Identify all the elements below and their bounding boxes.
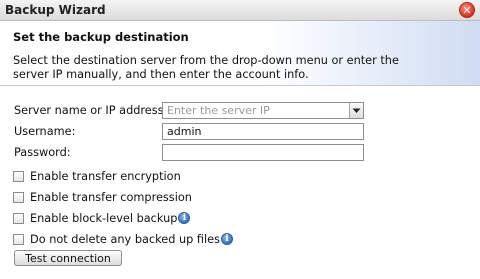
server-select[interactable]: Enter the server IP — [162, 102, 364, 119]
username-label: Username: — [14, 125, 76, 138]
keep-files-checkbox[interactable] — [13, 233, 24, 245]
server-label: Server name or IP address: — [14, 104, 168, 117]
compression-checkbox[interactable] — [13, 191, 24, 203]
option-keep-files[interactable]: Do not delete any backed up files i — [13, 232, 234, 246]
step-description: Select the destination server from the d… — [13, 54, 399, 81]
server-placeholder: Enter the server IP — [167, 104, 270, 117]
compression-label: Enable transfer compression — [30, 190, 192, 204]
encryption-label: Enable transfer encryption — [30, 169, 181, 183]
block-level-checkbox[interactable] — [13, 212, 24, 224]
block-level-label: Enable block-level backup — [30, 211, 178, 225]
option-block-level[interactable]: Enable block-level backup i — [13, 211, 191, 225]
password-field[interactable] — [162, 144, 364, 161]
title-bar: Backup Wizard ✕ — [0, 0, 480, 21]
option-compression[interactable]: Enable transfer compression — [13, 190, 192, 204]
window-title: Backup Wizard — [5, 3, 106, 17]
wizard-header: Set the backup destination Select the de… — [0, 21, 480, 86]
step-heading: Set the backup destination — [13, 30, 189, 44]
info-icon[interactable]: i — [221, 233, 234, 245]
encryption-checkbox[interactable] — [13, 170, 24, 182]
keep-files-label: Do not delete any backed up files — [30, 232, 221, 246]
close-icon[interactable]: ✕ — [459, 2, 475, 18]
chevron-down-icon[interactable] — [349, 103, 363, 118]
username-field[interactable] — [162, 123, 364, 140]
option-encryption[interactable]: Enable transfer encryption — [13, 169, 181, 183]
info-icon[interactable]: i — [178, 212, 191, 224]
test-connection-button[interactable]: Test connection — [14, 250, 122, 266]
password-label: Password: — [14, 146, 71, 159]
